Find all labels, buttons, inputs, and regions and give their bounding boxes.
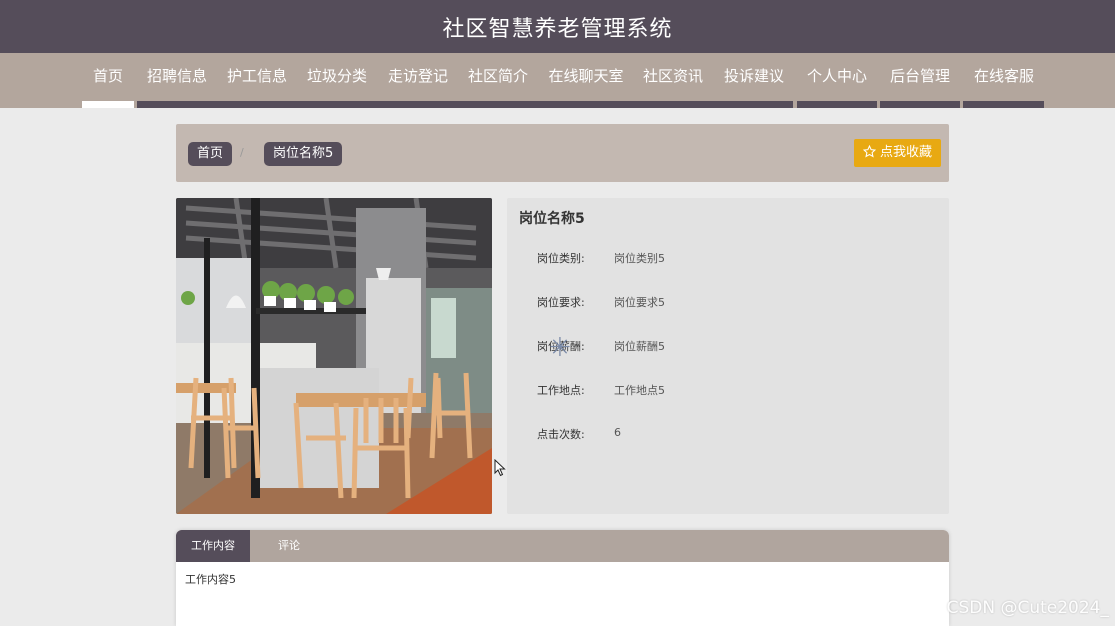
main-nav: 首页 招聘信息 护工信息 垃圾分类 走访登记 社区简介 在线聊天室 社区资讯 投… [0, 53, 1115, 108]
field-value-salary: 岗位薪酬5 [614, 340, 665, 353]
nav-underline [137, 101, 793, 108]
breadcrumb-current[interactable]: 岗位名称5 [264, 142, 343, 166]
nav-item-visit-registration[interactable]: 走访登记 [381, 53, 455, 101]
job-detail-panel: 岗位名称5 岗位类别: 岗位类别5 岗位要求: 岗位要求5 岗位薪酬: 岗位薪酬… [507, 198, 949, 514]
field-label-click-count: 点击次数: [537, 428, 585, 441]
job-photo [176, 198, 492, 514]
field-label-category: 岗位类别: [537, 252, 585, 265]
loading-spinner-icon: ✳ [549, 333, 571, 363]
nav-active-indicator [82, 101, 134, 108]
mouse-cursor-icon [494, 459, 506, 477]
nav-underline [880, 101, 960, 108]
tab-comments[interactable]: 评论 [258, 530, 320, 562]
nav-item-chat-room[interactable]: 在线聊天室 [541, 53, 631, 101]
nav-item-caregivers[interactable]: 护工信息 [220, 53, 294, 101]
nav-underline [797, 101, 877, 108]
breadcrumb-separator: / [240, 146, 244, 159]
nav-item-recruitment[interactable]: 招聘信息 [140, 53, 214, 101]
favorite-label: 点我收藏 [879, 145, 932, 160]
nav-item-home[interactable]: 首页 [82, 53, 134, 101]
tab-bar: 工作内容 评论 [176, 530, 949, 562]
nav-item-garbage-sorting[interactable]: 垃圾分类 [300, 53, 374, 101]
cafe-interior-image [176, 198, 492, 514]
field-label-location: 工作地点: [537, 384, 585, 397]
favorite-button[interactable]: 点我收藏 [853, 139, 941, 167]
watermark: CSDN @Cute2024_ [946, 598, 1109, 618]
nav-item-admin[interactable]: 后台管理 [883, 53, 957, 101]
job-name: 岗位名称5 [519, 211, 585, 227]
tab-job-content[interactable]: 工作内容 [176, 530, 250, 562]
nav-item-customer-service[interactable]: 在线客服 [966, 53, 1042, 101]
field-value-location: 工作地点5 [614, 384, 665, 397]
field-value-requirements: 岗位要求5 [614, 296, 665, 309]
nav-item-complaints[interactable]: 投诉建议 [717, 53, 791, 101]
field-value-click-count: 6 [614, 426, 621, 439]
breadcrumb-home[interactable]: 首页 [188, 142, 233, 166]
nav-item-community-intro[interactable]: 社区简介 [461, 53, 535, 101]
detail-tabs: 工作内容 评论 工作内容5 [176, 530, 949, 626]
breadcrumb: 首页 / 岗位名称5 点我收藏 [176, 124, 949, 182]
nav-item-personal-center[interactable]: 个人中心 [800, 53, 874, 101]
field-label-requirements: 岗位要求: [537, 296, 585, 309]
tab-content: 工作内容5 [185, 573, 236, 586]
field-value-category: 岗位类别5 [614, 252, 665, 265]
nav-underline [963, 101, 1044, 108]
app-header: 社区智慧养老管理系统 [0, 0, 1115, 53]
star-outline-icon [862, 144, 876, 158]
nav-item-community-news[interactable]: 社区资讯 [636, 53, 710, 101]
app-title: 社区智慧养老管理系统 [442, 16, 673, 42]
